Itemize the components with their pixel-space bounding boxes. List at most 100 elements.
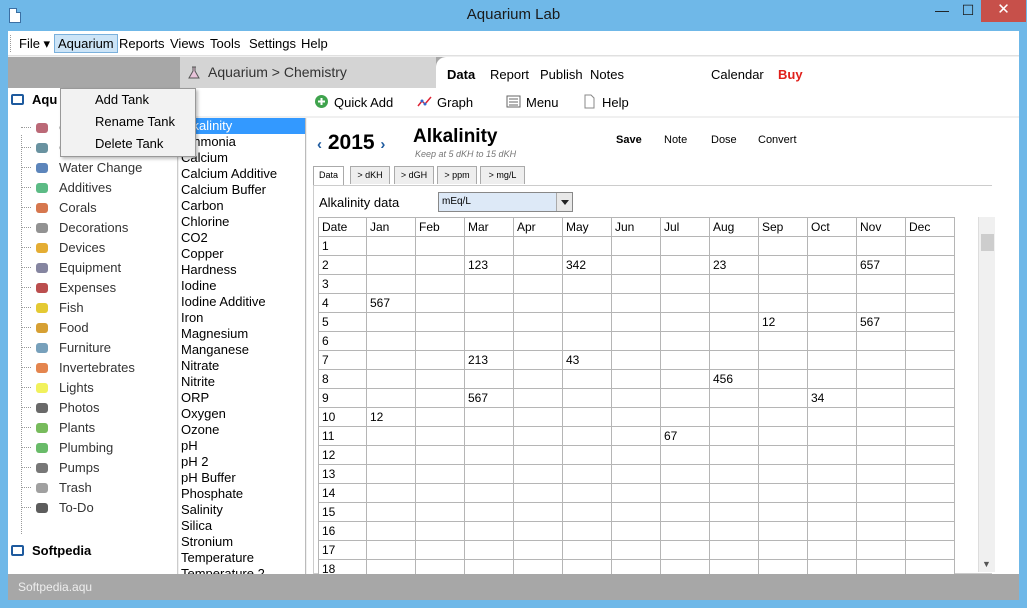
grid-cell[interactable] <box>758 274 808 294</box>
tree-root-softpedia[interactable]: Softpedia <box>11 543 91 558</box>
grid-cell[interactable] <box>464 445 514 465</box>
grid-cell[interactable] <box>709 464 759 484</box>
grid-cell[interactable] <box>856 464 906 484</box>
grid-cell[interactable] <box>513 293 563 313</box>
grid-cell[interactable]: 567 <box>856 312 906 332</box>
buy-link[interactable]: Buy <box>778 67 803 82</box>
grid-cell[interactable] <box>856 388 906 408</box>
grid-cell[interactable] <box>758 255 808 275</box>
grid-cell[interactable] <box>366 445 416 465</box>
grid-cell[interactable]: 12 <box>366 407 416 427</box>
grid-cell[interactable] <box>366 521 416 541</box>
grid-cell[interactable] <box>366 236 416 256</box>
grid-cell[interactable] <box>366 464 416 484</box>
grid-cell[interactable] <box>415 293 465 313</box>
grid-cell[interactable] <box>807 502 857 522</box>
grid-cell[interactable] <box>856 502 906 522</box>
grid-cell[interactable] <box>709 521 759 541</box>
grid-cell[interactable] <box>905 350 955 370</box>
grid-cell[interactable] <box>709 426 759 446</box>
quick-add-button[interactable]: Quick Add <box>315 95 393 110</box>
grid-cell[interactable] <box>709 407 759 427</box>
parameter-item[interactable]: Iodine <box>179 278 305 294</box>
grid-cell[interactable] <box>611 312 661 332</box>
grid-cell[interactable] <box>660 312 710 332</box>
grid-cell[interactable] <box>611 293 661 313</box>
grid-cell[interactable] <box>366 483 416 503</box>
grid-cell[interactable] <box>513 350 563 370</box>
menu-file[interactable]: File ▾ <box>15 34 54 53</box>
grid-cell[interactable] <box>415 540 465 560</box>
grid-cell[interactable] <box>464 331 514 351</box>
parameter-item[interactable]: Oxygen <box>179 406 305 422</box>
grid-cell[interactable] <box>905 369 955 389</box>
grid-cell[interactable]: 43 <box>562 350 612 370</box>
grid-cell[interactable] <box>758 521 808 541</box>
next-year-button[interactable]: › <box>380 136 385 153</box>
grid-cell[interactable] <box>709 293 759 313</box>
grid-cell[interactable] <box>366 331 416 351</box>
grid-cell[interactable]: 213 <box>464 350 514 370</box>
grid-cell[interactable] <box>562 331 612 351</box>
delete-tank-item[interactable]: Delete Tank <box>95 136 163 151</box>
grid-cell[interactable] <box>905 331 955 351</box>
grid-cell[interactable] <box>513 464 563 484</box>
tree-root-aquarium[interactable]: Aqu <box>11 92 57 107</box>
grid-cell[interactable] <box>415 407 465 427</box>
grid-cell[interactable] <box>513 483 563 503</box>
grid-cell[interactable] <box>513 445 563 465</box>
parameter-item[interactable]: Carbon <box>179 198 305 214</box>
grid-cell[interactable]: 567 <box>366 293 416 313</box>
grid-cell[interactable] <box>464 369 514 389</box>
grid-cell[interactable] <box>415 236 465 256</box>
grid-cell[interactable] <box>366 369 416 389</box>
grid-cell[interactable] <box>905 236 955 256</box>
grid-cell[interactable] <box>366 274 416 294</box>
grid-cell[interactable]: 23 <box>709 255 759 275</box>
note-button[interactable]: Note <box>664 134 687 146</box>
grid-cell[interactable] <box>660 388 710 408</box>
grid-cell[interactable] <box>366 388 416 408</box>
grid-cell[interactable] <box>856 407 906 427</box>
grid-cell[interactable]: 123 <box>464 255 514 275</box>
grid-cell[interactable] <box>758 483 808 503</box>
vertical-scrollbar[interactable]: ▼ <box>978 217 995 572</box>
grid-cell[interactable] <box>807 293 857 313</box>
grid-cell[interactable] <box>709 445 759 465</box>
grid-cell[interactable]: 342 <box>562 255 612 275</box>
grid-cell[interactable] <box>660 445 710 465</box>
grid-cell[interactable] <box>366 312 416 332</box>
grid-cell[interactable] <box>611 502 661 522</box>
grid-cell[interactable] <box>513 426 563 446</box>
grid-cell[interactable] <box>513 407 563 427</box>
grid-cell[interactable]: 657 <box>856 255 906 275</box>
grid-cell[interactable] <box>856 521 906 541</box>
grid-cell[interactable] <box>562 426 612 446</box>
grid-cell[interactable] <box>660 407 710 427</box>
grid-cell[interactable] <box>660 350 710 370</box>
grid-cell[interactable] <box>856 236 906 256</box>
grid-cell[interactable] <box>415 483 465 503</box>
grid-cell[interactable] <box>366 502 416 522</box>
grid-cell[interactable] <box>366 255 416 275</box>
grid-cell[interactable] <box>464 540 514 560</box>
grid-cell[interactable] <box>660 521 710 541</box>
grid-cell[interactable] <box>807 540 857 560</box>
scroll-thumb[interactable] <box>981 234 994 251</box>
grid-cell[interactable] <box>856 350 906 370</box>
prev-year-button[interactable]: ‹ <box>317 136 322 153</box>
grid-cell[interactable] <box>513 388 563 408</box>
grid-cell[interactable] <box>905 388 955 408</box>
grid-cell[interactable] <box>464 483 514 503</box>
parameter-item[interactable]: pH <box>179 438 305 454</box>
grid-cell[interactable] <box>415 274 465 294</box>
grid-cell[interactable]: 34 <box>807 388 857 408</box>
parameter-item[interactable]: Stronium <box>179 534 305 550</box>
grid-cell[interactable] <box>562 445 612 465</box>
parameter-item[interactable]: pH 2 <box>179 454 305 470</box>
subtab-data[interactable]: Data <box>313 166 344 185</box>
grid-cell[interactable] <box>464 464 514 484</box>
grid-cell[interactable] <box>611 407 661 427</box>
grid-cell[interactable] <box>709 502 759 522</box>
parameter-item[interactable]: Ozone <box>179 422 305 438</box>
